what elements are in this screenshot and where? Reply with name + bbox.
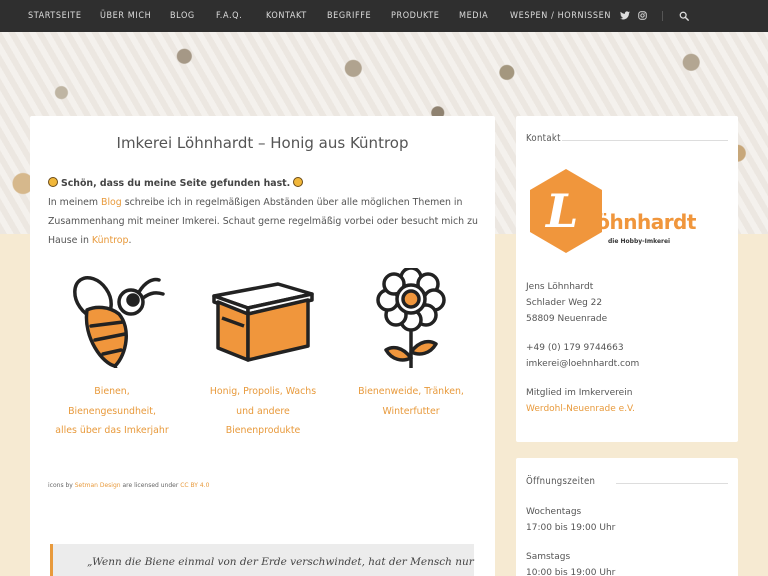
beehive-box-icon [212,282,314,362]
intro-text-end: . [128,235,132,246]
contact-city: 58809 Neuenrade [526,314,608,324]
bee-icon [73,276,165,368]
weekday-label: Wochentags [526,507,582,517]
contact-widget: Kontakt L Löhnhardt die Hobby-Imkerei Je… [516,116,738,442]
license-link[interactable]: CC BY 4.0 [180,482,209,489]
icon-author-link[interactable]: Setman Design [75,482,121,489]
weekday-time: 17:00 bis 19:00 Uhr [526,523,616,533]
main-content-card: Imkerei Löhnhardt – Honig aus Küntrop Sc… [30,116,495,576]
contact-phone: +49 (0) 179 9744663 [526,343,624,353]
instagram-icon[interactable] [638,11,647,23]
contact-email: imkerei@loehnhardt.com [526,359,640,369]
kuentrop-link[interactable]: Küntrop [92,235,129,246]
contact-widget-title: Kontakt [526,133,561,144]
feature-honey-products[interactable]: Honig, Propolis, Wachs und andere Bienen… [193,268,333,441]
nav-item-kontakt[interactable]: KONTAKT [266,11,307,21]
nav-item-startseite[interactable]: STARTSEITE [28,11,82,21]
contact-name: Jens Löhnhardt [526,282,594,292]
intro-text-part: In meinem [48,197,102,208]
logo-subtitle: die Hobby-Imkerei [608,238,671,245]
feature-bees[interactable]: Bienen, Bienengesundheit, alles über das… [42,268,182,441]
member-text: Mitglied im Imkerverein [526,388,633,398]
nav-item-begriffe[interactable]: BEGRIFFE [327,11,371,21]
twitter-icon[interactable] [620,11,630,23]
feature-bees-text[interactable]: Bienen, Bienengesundheit, alles über das… [42,382,182,441]
bee-emoji-icon [293,177,304,187]
feature-pasture-text[interactable]: Bienenweide, Tränken, Winterfutter [341,382,481,421]
nav-item-wespen-hornissen[interactable]: WESPEN / HORNISSEN [510,11,611,21]
saturday-label: Samstags [526,552,571,562]
contact-street: Schlader Weg 22 [526,298,603,308]
nav-item-faq[interactable]: F.A.Q. [216,11,242,21]
widget-title-rule [562,140,728,141]
feature-honey-text[interactable]: Honig, Propolis, Wachs und andere Bienen… [193,382,333,441]
saturday-time: 10:00 bis 19:00 Uhr [526,568,616,576]
intro-heading: Schön, dass du meine Seite gefunden hast… [60,178,291,189]
nav-divider [662,11,663,21]
icon-credits: icons by Setman Design are licensed unde… [48,482,210,489]
nav-item-produkte[interactable]: PRODUKTE [391,11,440,21]
flower-icon [376,268,446,368]
nav-item-media[interactable]: MEDIA [459,11,488,21]
top-navigation: STARTSEITE ÜBER MICH BLOG F.A.Q. KONTAKT… [0,0,768,32]
quote-text: „Wenn die Biene einmal von der Erde vers… [87,556,474,568]
loehnhardt-logo: L Löhnhardt die Hobby-Imkerei [526,166,726,256]
imkerverein-link[interactable]: Werdohl-Neuenrade e.V. [526,404,635,414]
intro-text: Schön, dass du meine Seite gefunden hast… [48,174,480,250]
page-title: Imkerei Löhnhardt – Honig aus Küntrop [116,134,409,152]
nav-item-ueber-mich[interactable]: ÜBER MICH [100,11,151,21]
logo-text: Löhnhardt [584,210,696,234]
widget-title-rule [616,483,728,484]
logo-letter: L [546,184,579,238]
bee-emoji-icon [48,177,58,187]
nav-item-blog[interactable]: BLOG [170,11,195,21]
blog-link[interactable]: Blog [101,197,122,208]
search-icon[interactable] [679,11,689,24]
quote-block: „Wenn die Biene einmal von der Erde vers… [50,544,474,576]
opening-hours-widget: Öffnungszeiten Wochentags 17:00 bis 19:0… [516,458,738,576]
feature-bee-pasture[interactable]: Bienenweide, Tränken, Winterfutter [341,268,481,421]
opening-hours-title: Öffnungszeiten [526,476,596,487]
